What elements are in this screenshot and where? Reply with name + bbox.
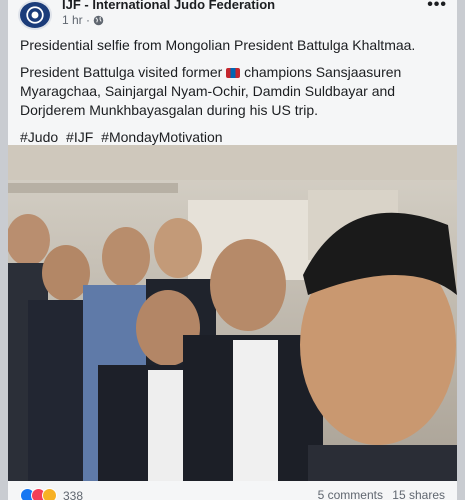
selfie-photo-illustration (8, 145, 457, 481)
page-avatar[interactable] (18, 0, 52, 30)
comments-link[interactable]: 5 comments (318, 488, 383, 500)
hashtag-link[interactable]: #IJF (66, 129, 93, 145)
post-headline: Presidential selfie from Mongolian Presi… (20, 37, 416, 53)
mongolia-flag-icon (226, 68, 241, 78)
post-header: IJF - International Judo Federation 1 hr… (8, 0, 457, 34)
page-name-link[interactable]: IJF - International Judo Federation (62, 0, 275, 12)
post-photo[interactable] (8, 145, 457, 481)
globe-icon (93, 15, 104, 25)
facebook-post: IJF - International Judo Federation 1 hr… (8, 0, 457, 500)
reactions-summary[interactable]: 338 (20, 488, 83, 500)
hashtag-link[interactable]: #Judo (20, 129, 58, 145)
engagement-counts: 5 comments 15 shares (312, 488, 445, 500)
post-body-start: President Battulga visited former (20, 64, 223, 80)
post-text: Presidential selfie from Mongolian Presi… (20, 36, 450, 155)
post-meta: 1 hr · (62, 13, 104, 27)
reaction-count: 338 (63, 488, 84, 500)
shares-link[interactable]: 15 shares (392, 488, 445, 500)
hashtag-link[interactable]: #MondayMotivation (101, 129, 222, 145)
post-time[interactable]: 1 hr · (62, 13, 90, 27)
post-body: President Battulga visited former champi… (20, 63, 450, 120)
more-options-button[interactable]: ••• (427, 0, 447, 14)
haha-icon (42, 488, 57, 500)
post-footer: 338 5 comments 15 shares (8, 484, 457, 500)
ijf-logo-icon (23, 3, 47, 27)
